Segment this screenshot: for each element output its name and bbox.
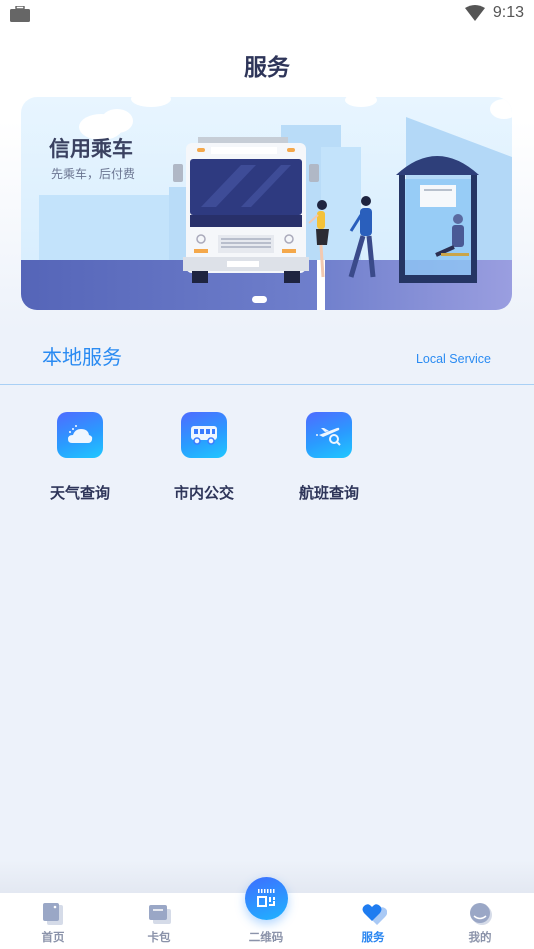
tab-label: 服务 xyxy=(361,930,385,944)
tab-label: 二维码 xyxy=(248,930,284,944)
heart-service-icon xyxy=(362,904,387,925)
tab-label: 我的 xyxy=(468,930,492,944)
service-weather[interactable]: 天气查询 xyxy=(35,412,125,503)
page-title: 服务 xyxy=(244,55,290,81)
wifi-icon xyxy=(464,5,485,21)
service-flight[interactable]: 航班查询 xyxy=(284,412,374,503)
banner-subtitle: 先乘车，后付费 xyxy=(51,167,136,181)
section-subtitle: Local Service xyxy=(415,352,491,366)
service-city-bus[interactable]: 市内公交 xyxy=(159,412,249,503)
tab-home[interactable]: 首页 xyxy=(13,893,93,949)
qr-code-icon xyxy=(256,888,275,907)
tab-label: 卡包 xyxy=(147,930,171,944)
tab-label: 首页 xyxy=(41,930,65,944)
service-label: 航班查询 xyxy=(298,484,359,502)
weather-cloud-icon xyxy=(57,412,103,458)
service-label: 市内公交 xyxy=(173,484,234,502)
status-time: 9:13 xyxy=(492,4,524,21)
briefcase-icon xyxy=(10,6,30,22)
profile-icon xyxy=(470,903,492,925)
tab-wallet[interactable]: 卡包 xyxy=(119,893,199,949)
section-title: 本地服务 xyxy=(42,345,122,369)
banner-title: 信用乘车 xyxy=(49,137,133,161)
home-icon xyxy=(43,903,63,925)
tab-profile[interactable]: 我的 xyxy=(440,893,520,949)
tab-service[interactable]: 服务 xyxy=(333,893,413,949)
promo-banner[interactable]: 信用乘车 先乘车，后付费 xyxy=(21,97,512,310)
flight-search-icon xyxy=(306,412,352,458)
status-bar: 9:13 xyxy=(0,0,534,28)
local-service-header: 本地服务 Local Service xyxy=(0,330,534,385)
bus-stop-illustration xyxy=(21,97,512,310)
qr-code-button[interactable] xyxy=(245,877,288,920)
bus-icon xyxy=(181,412,227,458)
banner-page-indicator[interactable] xyxy=(252,296,267,303)
wallet-icon xyxy=(149,905,171,924)
service-label: 天气查询 xyxy=(49,484,110,502)
